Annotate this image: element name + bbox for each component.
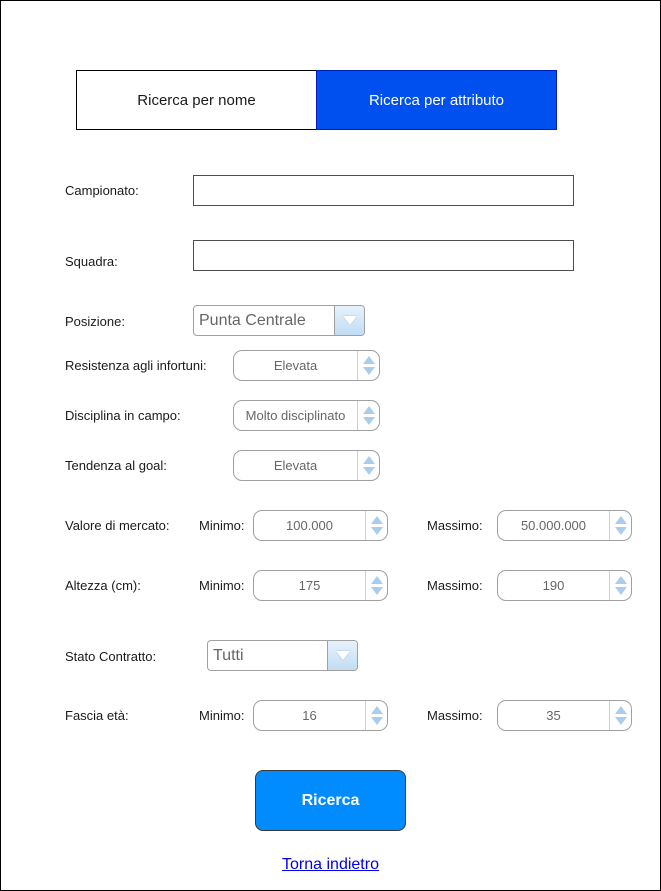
eta-min-value: 16 — [302, 708, 317, 723]
altezza-max-value: 190 — [542, 578, 565, 593]
tendenza-spinner[interactable]: Elevata — [233, 450, 380, 481]
resistenza-spinner[interactable]: Elevata — [233, 350, 380, 381]
search-button-label: Ricerca — [301, 791, 360, 809]
altezza-min-label: Minimo: — [199, 578, 245, 593]
spin-up-icon[interactable] — [370, 516, 383, 524]
tab-label: Ricerca per nome — [137, 91, 256, 109]
chevron-down-icon[interactable] — [327, 641, 357, 670]
spin-down-icon[interactable] — [614, 527, 627, 535]
tab-label: Ricerca per attributo — [368, 91, 505, 109]
spin-down-icon[interactable] — [362, 417, 375, 425]
valore-min-value: 100.000 — [286, 518, 333, 533]
eta-min-spinner[interactable]: 16 — [253, 700, 388, 731]
valore-min-spinner[interactable]: 100.000 — [253, 510, 388, 541]
spin-down-icon[interactable] — [370, 717, 383, 725]
valore-min-label: Minimo: — [199, 518, 245, 533]
spin-up-icon[interactable] — [362, 406, 375, 414]
disciplina-value: Molto disciplinato — [245, 408, 346, 423]
altezza-max-label: Massimo: — [427, 578, 483, 593]
window-frame — [0, 0, 661, 891]
squadra-input[interactable] — [193, 240, 574, 271]
spin-up-icon[interactable] — [370, 706, 383, 714]
spin-up-icon[interactable] — [614, 576, 627, 584]
stato-contratto-select[interactable]: Tutti — [207, 640, 358, 671]
altezza-label: Altezza (cm): — [65, 578, 141, 593]
spin-down-icon[interactable] — [614, 587, 627, 595]
campionato-label: Campionato: — [65, 183, 139, 198]
spin-down-icon[interactable] — [362, 367, 375, 375]
disciplina-spinner[interactable]: Molto disciplinato — [233, 400, 380, 431]
posizione-label: Posizione: — [65, 314, 125, 329]
spin-up-icon[interactable] — [362, 456, 375, 464]
posizione-select[interactable]: Punta Centrale — [193, 305, 365, 336]
spin-up-icon[interactable] — [370, 576, 383, 584]
spin-up-icon[interactable] — [362, 356, 375, 364]
tendenza-value: Elevata — [273, 458, 318, 473]
squadra-label: Squadra: — [65, 254, 118, 269]
resistenza-value: Elevata — [273, 358, 318, 373]
spin-down-icon[interactable] — [362, 467, 375, 475]
posizione-value: Punta Centrale — [199, 311, 306, 329]
valore-max-value: 50.000.000 — [520, 518, 587, 533]
campionato-input[interactable] — [193, 175, 574, 206]
stato-contratto-value: Tutti — [213, 646, 244, 664]
spin-up-icon[interactable] — [614, 516, 627, 524]
eta-max-label: Massimo: — [427, 708, 483, 723]
chevron-down-icon[interactable] — [334, 306, 364, 335]
altezza-min-spinner[interactable]: 175 — [253, 570, 388, 601]
valore-max-label: Massimo: — [427, 518, 483, 533]
eta-max-spinner[interactable]: 35 — [497, 700, 632, 731]
fascia-eta-label: Fascia età: — [65, 708, 129, 723]
valore-max-spinner[interactable]: 50.000.000 — [497, 510, 632, 541]
stato-contratto-label: Stato Contratto: — [65, 649, 157, 664]
valore-mercato-label: Valore di mercato: — [65, 518, 170, 533]
tab-search-by-attribute[interactable]: Ricerca per attributo — [316, 70, 557, 130]
tab-search-by-name[interactable]: Ricerca per nome — [76, 70, 317, 130]
resistenza-label: Resistenza agli infortuni: — [65, 358, 207, 373]
search-button[interactable]: Ricerca — [255, 770, 406, 831]
altezza-max-spinner[interactable]: 190 — [497, 570, 632, 601]
back-link[interactable]: Torna indietro — [0, 856, 661, 874]
tendenza-label: Tendenza al goal: — [65, 458, 167, 473]
spin-down-icon[interactable] — [370, 587, 383, 595]
spin-down-icon[interactable] — [614, 717, 627, 725]
eta-min-label: Minimo: — [199, 708, 245, 723]
eta-max-value: 35 — [546, 708, 561, 723]
disciplina-label: Disciplina in campo: — [65, 408, 181, 423]
altezza-min-value: 175 — [298, 578, 321, 593]
spin-up-icon[interactable] — [614, 706, 627, 714]
spin-down-icon[interactable] — [370, 527, 383, 535]
